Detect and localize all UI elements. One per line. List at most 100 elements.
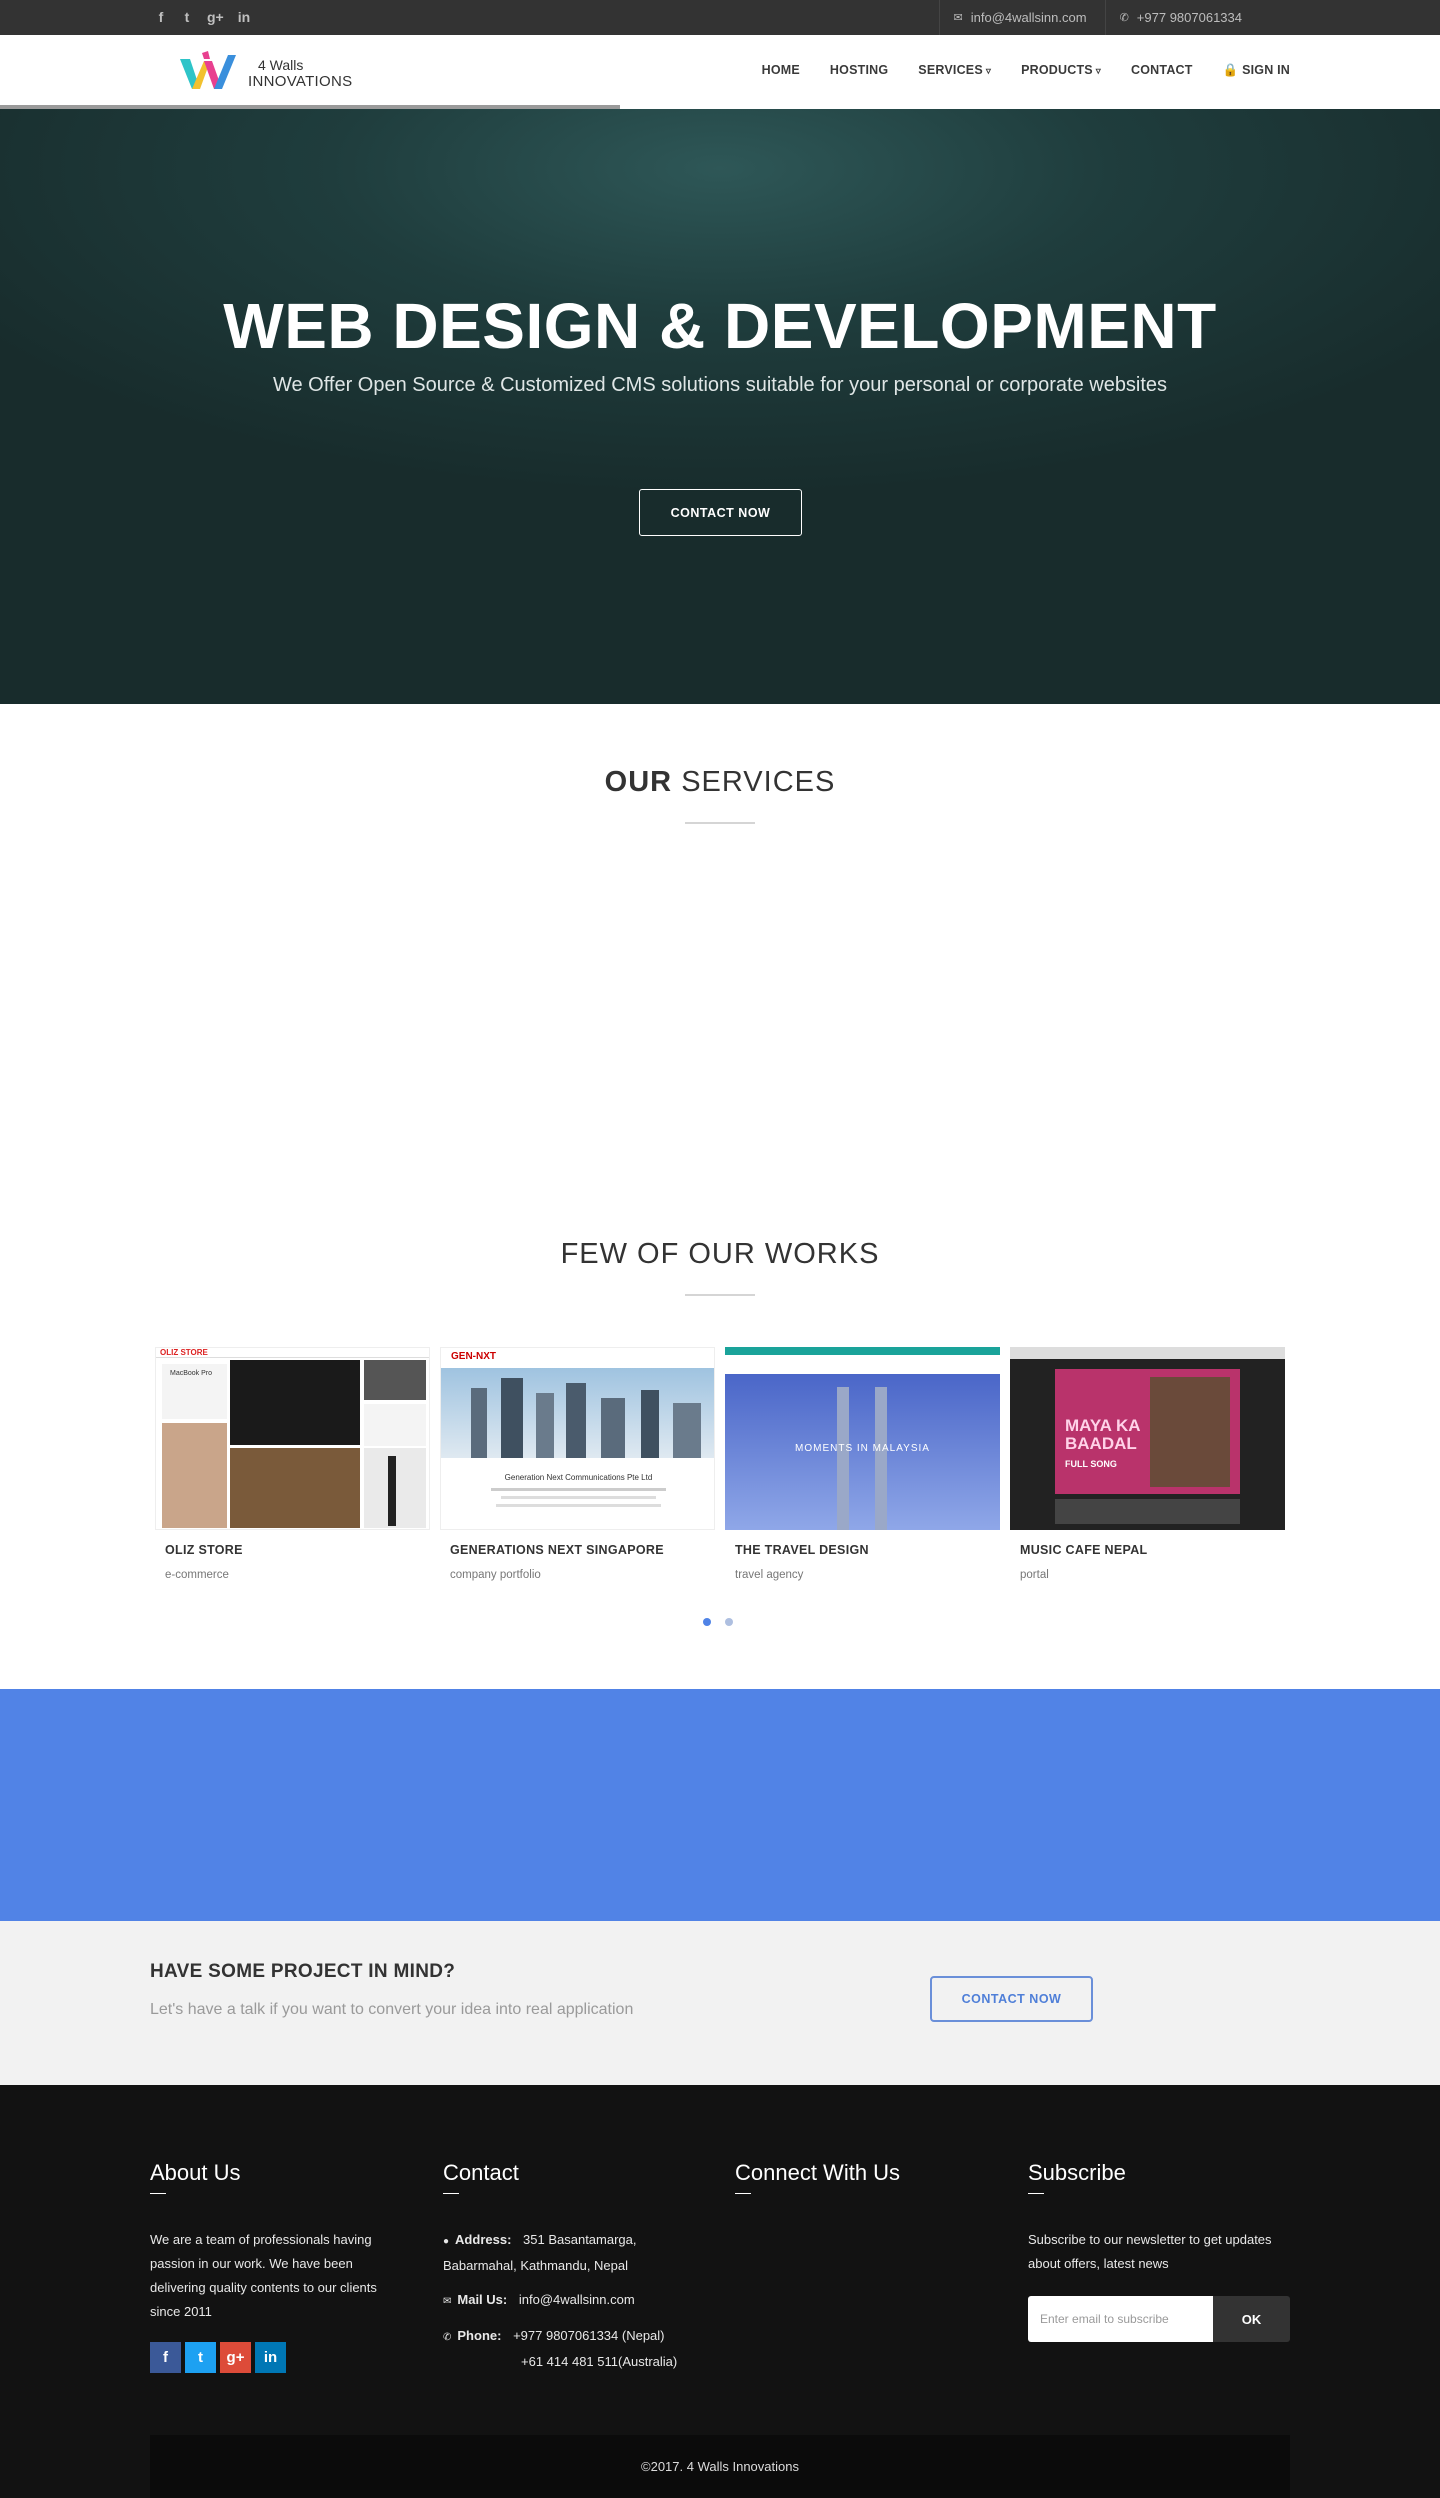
music-thumb-sub: FULL SONG	[1065, 1459, 1117, 1469]
work-category: portal	[1020, 1569, 1049, 1581]
mail-label: Mail Us:	[457, 2292, 508, 2307]
footer-subscribe-text: Subscribe to our newsletter to get updat…	[1028, 2232, 1272, 2271]
services-title: OUR SERVICES	[0, 766, 1440, 799]
work-category: travel agency	[735, 1569, 804, 1581]
services-title-bold: OUR	[604, 766, 673, 798]
topbar-social: f t g+ in	[155, 9, 251, 25]
nav-home[interactable]: HOME	[762, 63, 800, 77]
copyright: ©2017. 4 Walls Innovations	[150, 2435, 1290, 2498]
work-name: MUSIC CAFE NEPAL	[1020, 1543, 1148, 1557]
work-name: THE TRAVEL DESIGN	[735, 1543, 869, 1557]
cta-title: HAVE SOME PROJECT IN MIND?	[150, 1961, 456, 1982]
google-plus-icon[interactable]: g+	[220, 2342, 251, 2373]
work-thumbnail-oliz: OLIZ STORE MacBook Pro	[155, 1347, 430, 1530]
work-thumbnail-music: MAYA KA BAADAL FULL SONG	[1010, 1347, 1285, 1530]
topbar-email[interactable]: ✉ info@4wallsinn.com	[938, 0, 1105, 35]
footer-address: ● Address: 351 Basantamarga, Babarmahal, …	[443, 2228, 693, 2278]
linkedin-icon[interactable]: in	[255, 2342, 286, 2373]
hero-contact-button[interactable]: CONTACT NOW	[639, 489, 802, 536]
work-name: GENERATIONS NEXT SINGAPORE	[450, 1543, 664, 1557]
work-name: OLIZ STORE	[165, 1543, 243, 1557]
work-card[interactable]: MAYA KA BAADAL FULL SONG MUSIC CAFE NEPA…	[1010, 1347, 1285, 1592]
oliz-thumb-logo: OLIZ STORE	[160, 1348, 208, 1357]
work-category: company portfolio	[450, 1569, 541, 1581]
work-card[interactable]: MOMENTS IN MALAYSIA THE TRAVEL DESIGN tr…	[725, 1347, 1000, 1592]
travel-thumb-caption: MOMENTS IN MALAYSIA	[795, 1443, 930, 1454]
nav-hosting[interactable]: HOSTING	[830, 63, 888, 77]
work-thumbnail-travel: MOMENTS IN MALAYSIA	[725, 1347, 1000, 1530]
topbar-email-text: info@4wallsinn.com	[970, 10, 1087, 25]
footer-connect-title: Connect With Us	[735, 2160, 1005, 2194]
phone-value-2: +61 414 481 511(Australia)	[521, 2354, 678, 2369]
cta-section: HAVE SOME PROJECT IN MIND? Let's have a …	[0, 1921, 1440, 2085]
carousel-dot-1[interactable]	[703, 1618, 711, 1626]
subscribe-form: OK	[1028, 2296, 1290, 2342]
footer-contact-title: Contact	[443, 2160, 713, 2194]
footer-contact: Contact ● Address: 351 Basantamarga, Baba…	[443, 2160, 713, 2374]
twitter-icon[interactable]: t	[185, 2342, 216, 2373]
logo[interactable]: 4 Walls INNOVATIONS	[178, 49, 352, 95]
facebook-icon[interactable]: f	[150, 2342, 181, 2373]
footer-mail: ✉ Mail Us: info@4wallsinn.com	[443, 2288, 693, 2314]
footer-about: About Us We are a team of professionals …	[150, 2160, 420, 2373]
music-thumb-title: MAYA KA BAADAL	[1065, 1416, 1140, 1453]
hero-subtitle: We Offer Open Source & Customized CMS so…	[272, 374, 1168, 396]
work-thumbnail-generations: GEN-NXT Generation Next Communications P…	[440, 1347, 715, 1530]
topbar-contact: ✉ info@4wallsinn.com ✆ +977 9807061334	[938, 0, 1260, 35]
hero-banner: WEB DESIGN & DEVELOPMENT We Offer Open S…	[0, 109, 1440, 704]
mail-value[interactable]: info@4wallsinn.com	[519, 2292, 635, 2307]
twitter-icon[interactable]: t	[181, 9, 193, 25]
works-carousel: OLIZ STORE MacBook Pro OLIZ STORE e-comm…	[155, 1347, 1285, 1592]
nav-sign-in[interactable]: 🔒 SIGN IN	[1223, 63, 1290, 78]
google-plus-icon[interactable]: g+	[207, 9, 224, 25]
accent-band	[0, 1689, 1440, 1921]
hero-title: WEB DESIGN & DEVELOPMENT	[223, 290, 1217, 362]
carousel-dot-2[interactable]	[725, 1618, 733, 1626]
subscribe-email-input[interactable]	[1028, 2296, 1213, 2342]
oliz-thumb-sub: MacBook Pro	[170, 1370, 213, 1377]
works-divider	[685, 1294, 755, 1296]
footer-about-title: About Us	[150, 2160, 420, 2194]
nav-products[interactable]: PRODUCTS	[1021, 63, 1101, 77]
footer-subscribe-title: Subscribe	[1028, 2160, 1298, 2194]
phone-icon: ✆	[443, 2332, 452, 2343]
nav-contact[interactable]: CONTACT	[1131, 63, 1193, 77]
carousel-pagination	[703, 1618, 733, 1626]
main-navbar: 4 Walls INNOVATIONS HOME HOSTING SERVICE…	[0, 35, 1440, 105]
linkedin-icon[interactable]: in	[238, 9, 250, 25]
facebook-icon[interactable]: f	[155, 9, 167, 25]
services-title-rest: SERVICES	[681, 766, 836, 798]
footer-about-text: We are a team of professionals having pa…	[150, 2232, 377, 2319]
topbar-phone[interactable]: ✆ +977 9807061334	[1104, 0, 1260, 35]
nav-sign-in-label: SIGN IN	[1242, 62, 1290, 77]
work-card[interactable]: GEN-NXT Generation Next Communications P…	[440, 1347, 715, 1592]
envelope-icon: ✉	[953, 12, 963, 24]
footer-connect: Connect With Us	[735, 2160, 1005, 2194]
footer-contact-list: ● Address: 351 Basantamarga, Babarmahal, …	[443, 2228, 693, 2374]
nav-services[interactable]: SERVICES	[918, 63, 991, 77]
envelope-icon: ✉	[443, 2296, 452, 2307]
works-title: FEW OF OUR WORKS	[560, 1238, 880, 1270]
footer-social: f t g+ in	[150, 2342, 420, 2373]
work-category: e-commerce	[165, 1569, 229, 1581]
footer-phone: ✆ Phone: +977 9807061334 (Nepal) +61 414 …	[443, 2324, 693, 2374]
cta-contact-button[interactable]: CONTACT NOW	[930, 1976, 1093, 2022]
footer-subscribe: Subscribe Subscribe to our newsletter to…	[1028, 2160, 1298, 2342]
map-marker-icon: ●	[443, 2236, 450, 2247]
logo-line-1: 4 Walls	[258, 57, 304, 73]
nav-menu: HOME HOSTING SERVICES PRODUCTS CONTACT 🔒…	[762, 35, 1290, 105]
top-bar: f t g+ in ✉ info@4wallsinn.com ✆ +977 98…	[0, 0, 1440, 35]
lock-icon: 🔒	[1222, 62, 1239, 77]
address-label: Address:	[455, 2232, 512, 2247]
footer: About Us We are a team of professionals …	[0, 2085, 1440, 2498]
topbar-phone-text: +977 9807061334	[1136, 10, 1242, 25]
logo-mark-icon	[180, 51, 236, 89]
subscribe-ok-button[interactable]: OK	[1213, 2296, 1290, 2342]
gen-thumb-logo: GEN-NXT	[451, 1351, 496, 1362]
cta-text: Let's have a talk if you want to convert…	[150, 2001, 634, 2018]
logo-line-2: INNOVATIONS	[248, 73, 353, 90]
phone-value-1: +977 9807061334 (Nepal)	[513, 2328, 665, 2343]
services-divider	[685, 822, 755, 824]
phone-icon: ✆	[1119, 12, 1129, 24]
work-card[interactable]: OLIZ STORE MacBook Pro OLIZ STORE e-comm…	[155, 1347, 430, 1592]
